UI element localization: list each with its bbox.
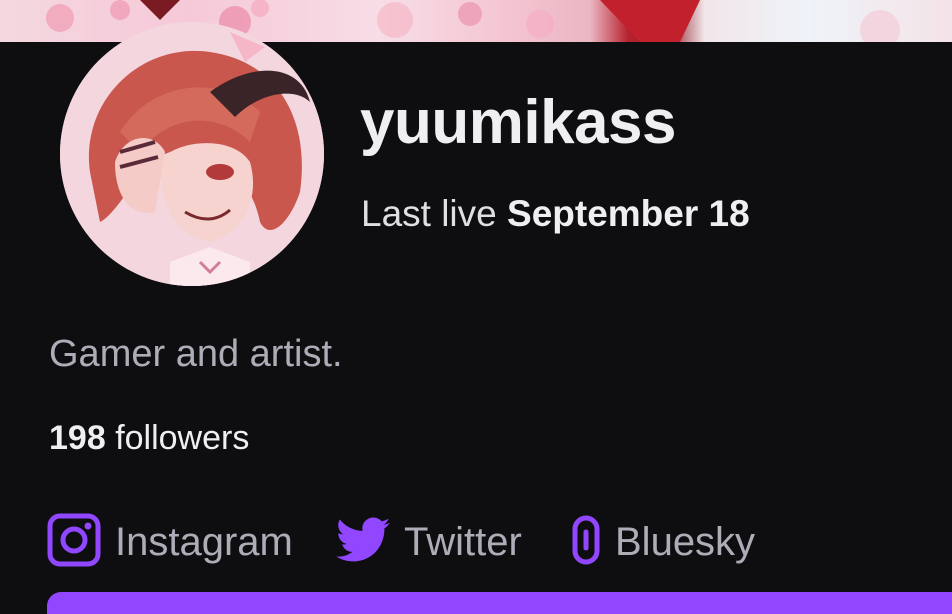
last-live-date: September 18 xyxy=(507,193,750,234)
last-live-status: Last live September 18 xyxy=(361,195,750,232)
twitter-bird-icon xyxy=(336,517,390,568)
link-icon xyxy=(571,515,601,570)
instagram-label: Instagram xyxy=(115,520,293,564)
instagram-icon xyxy=(47,513,101,572)
followers-label: followers xyxy=(115,419,250,457)
bluesky-link[interactable]: Bluesky xyxy=(571,512,755,572)
last-live-prefix: Last live xyxy=(361,193,497,234)
channel-about-panel: yuumikass Last live September 18 Gamer a… xyxy=(0,0,952,614)
twitter-link[interactable]: Twitter xyxy=(336,512,522,572)
bluesky-label: Bluesky xyxy=(615,520,756,564)
follow-button[interactable] xyxy=(47,592,952,614)
channel-bio: Gamer and artist. xyxy=(49,333,343,375)
twitter-label: Twitter xyxy=(404,520,522,564)
channel-avatar[interactable] xyxy=(60,22,324,286)
followers-count: 198 followers xyxy=(49,421,249,455)
instagram-link[interactable]: Instagram xyxy=(47,512,293,572)
channel-username: yuumikass xyxy=(360,88,677,157)
followers-number: 198 xyxy=(49,419,106,457)
